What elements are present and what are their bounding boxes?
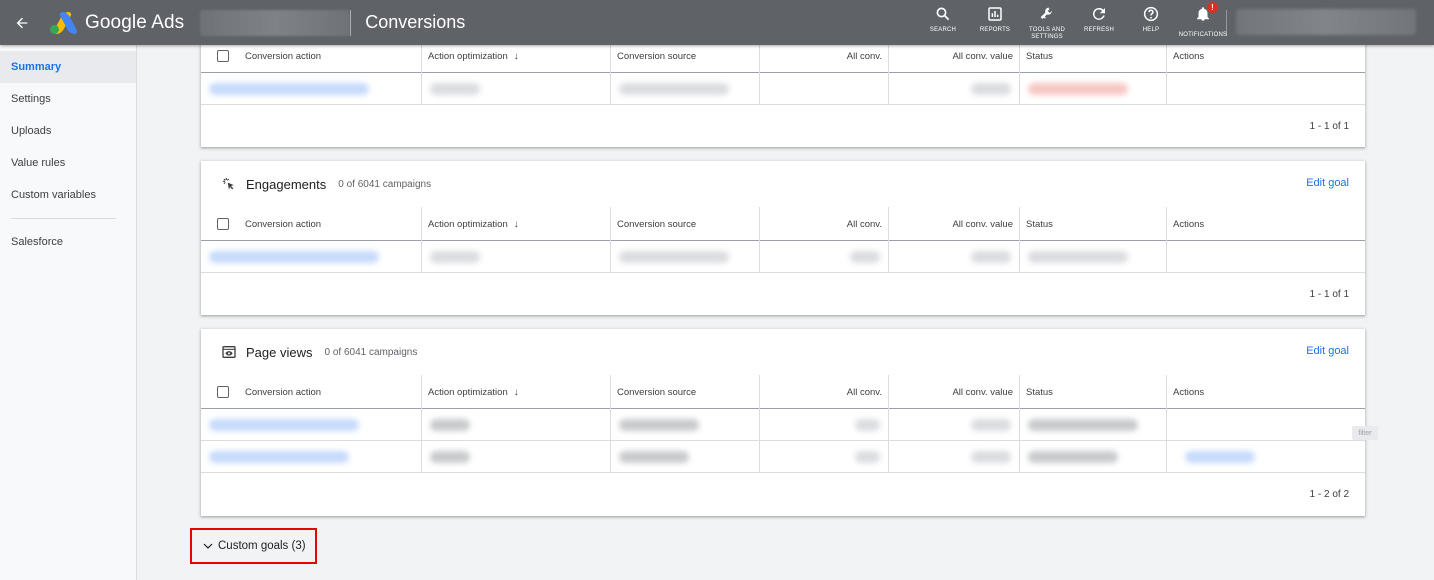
column-header-status[interactable]: Status — [1020, 207, 1167, 241]
tools-and-settings-button[interactable]: TOOLS AND SETTINGS — [1021, 0, 1073, 45]
search-label: SEARCH — [929, 27, 957, 33]
sidebar-item-summary[interactable]: Summary — [0, 51, 136, 83]
select-all-checkbox[interactable] — [217, 50, 229, 62]
select-all-checkbox[interactable] — [217, 218, 229, 230]
page-title: Conversions — [365, 12, 466, 32]
back-arrow-icon[interactable] — [2, 0, 42, 45]
column-header-all-conv[interactable]: All conv. — [760, 207, 889, 241]
sort-down-icon: ↓ — [513, 386, 519, 398]
card-title: Page views — [246, 344, 313, 360]
sort-down-icon: ↓ — [513, 218, 519, 230]
google-ads-logo-icon[interactable] — [50, 11, 79, 34]
sidebar-item-salesforce[interactable]: Salesforce — [0, 226, 136, 258]
tools-and-settings-label: TOOLS AND SETTINGS — [1028, 27, 1066, 40]
wrench-icon — [1040, 7, 1052, 20]
refresh-label: REFRESH — [1083, 27, 1115, 33]
notifications-label: NOTIFICATIONS — [1178, 32, 1228, 38]
divider — [350, 9, 352, 36]
edit-goal-link[interactable]: Edit goal — [1306, 345, 1349, 357]
help-label: HELP — [1142, 27, 1160, 33]
divider — [1226, 10, 1227, 36]
column-header-actions: Actions — [1173, 218, 1205, 230]
edit-goal-link[interactable]: Edit goal — [1306, 177, 1349, 189]
filter-chip[interactable]: filter — [1352, 426, 1378, 440]
table-row[interactable] — [201, 73, 1365, 105]
search-button[interactable]: SEARCH — [917, 0, 969, 45]
table-header: Conversion action Action optimization ↓ C… — [201, 375, 1365, 409]
column-header-conversion-action[interactable]: Conversion action — [201, 375, 422, 409]
column-header-actions: Actions — [1173, 386, 1205, 398]
sidebar: Summary Settings Uploads Value rules Cus… — [0, 45, 137, 580]
card-header: Page views 0 of 6041 campaigns Edit goal — [201, 329, 1365, 375]
reports-label: REPORTS — [979, 27, 1011, 33]
column-header-all-conv-value[interactable]: All conv. value — [889, 207, 1020, 241]
table-row[interactable] — [201, 241, 1365, 273]
engagements-goal-card: Engagements 0 of 6041 campaigns Edit goa… — [201, 161, 1365, 315]
page-views-goal-card: Page views 0 of 6041 campaigns Edit goal… — [201, 329, 1365, 516]
search-icon — [936, 7, 950, 21]
reports-button[interactable]: REPORTS — [969, 0, 1021, 45]
sidebar-divider — [11, 218, 116, 219]
column-header-action-optimization[interactable]: Action optimization ↓ — [422, 375, 611, 409]
refresh-button[interactable]: REFRESH — [1073, 0, 1125, 45]
refresh-icon — [1092, 7, 1105, 20]
column-header-conversion-source[interactable]: Conversion source — [611, 207, 760, 241]
help-icon — [1143, 6, 1159, 22]
reports-icon — [988, 7, 1002, 21]
help-button[interactable]: HELP — [1125, 0, 1177, 45]
user-account-blurred[interactable] — [1236, 9, 1416, 35]
table-header: Conversion action Action optimization ↓ C… — [201, 207, 1365, 241]
custom-goals-label: Custom goals (3) — [218, 540, 306, 552]
select-all-checkbox[interactable] — [217, 386, 229, 398]
table-row[interactable] — [201, 441, 1365, 473]
app-name[interactable]: Google Ads — [85, 12, 184, 34]
campaign-count: 0 of 6041 campaigns — [324, 346, 418, 358]
sidebar-item-settings[interactable]: Settings — [0, 83, 136, 115]
chevron-down-icon — [203, 543, 213, 549]
column-header-conversion-source[interactable]: Conversion source — [611, 375, 760, 409]
custom-goals-toggle[interactable]: Custom goals (3) — [190, 528, 317, 564]
campaign-count: 0 of 6041 campaigns — [338, 178, 432, 190]
top-app-bar: Google Ads Conversions SEARCH REPORTS TO… — [0, 0, 1434, 45]
sidebar-item-uploads[interactable]: Uploads — [0, 115, 136, 147]
card-header: Engagements 0 of 6041 campaigns Edit goa… — [201, 161, 1365, 207]
sidebar-item-value-rules[interactable]: Value rules — [0, 147, 136, 179]
conversion-goal-card: Conversion action Action optimization ↓ C… — [201, 39, 1365, 147]
pagination-label: 1 - 2 of 2 — [1309, 488, 1349, 500]
column-header-conversion-action[interactable]: Conversion action — [201, 207, 422, 241]
table-row[interactable] — [201, 409, 1365, 441]
page-view-eye-icon — [221, 344, 237, 360]
pagination-label: 1 - 1 of 1 — [1309, 288, 1349, 300]
sidebar-item-custom-variables[interactable]: Custom variables — [0, 179, 136, 211]
engagement-click-icon — [221, 176, 237, 192]
card-title: Engagements — [246, 176, 327, 192]
column-header-all-conv[interactable]: All conv. — [760, 375, 889, 409]
column-header-all-conv-value[interactable]: All conv. value — [889, 375, 1020, 409]
account-selector-blurred[interactable] — [200, 9, 351, 36]
toolbar: SEARCH REPORTS TOOLS AND SETTINGS REFRES… — [917, 0, 1229, 45]
sort-down-icon: ↓ — [513, 50, 519, 62]
column-header-status[interactable]: Status — [1020, 375, 1167, 409]
pagination-label: 1 - 1 of 1 — [1309, 120, 1349, 132]
notifications-button[interactable]: ! NOTIFICATIONS — [1177, 0, 1229, 45]
notification-badge: ! — [1207, 2, 1218, 13]
column-header-action-optimization[interactable]: Action optimization ↓ — [422, 207, 611, 241]
